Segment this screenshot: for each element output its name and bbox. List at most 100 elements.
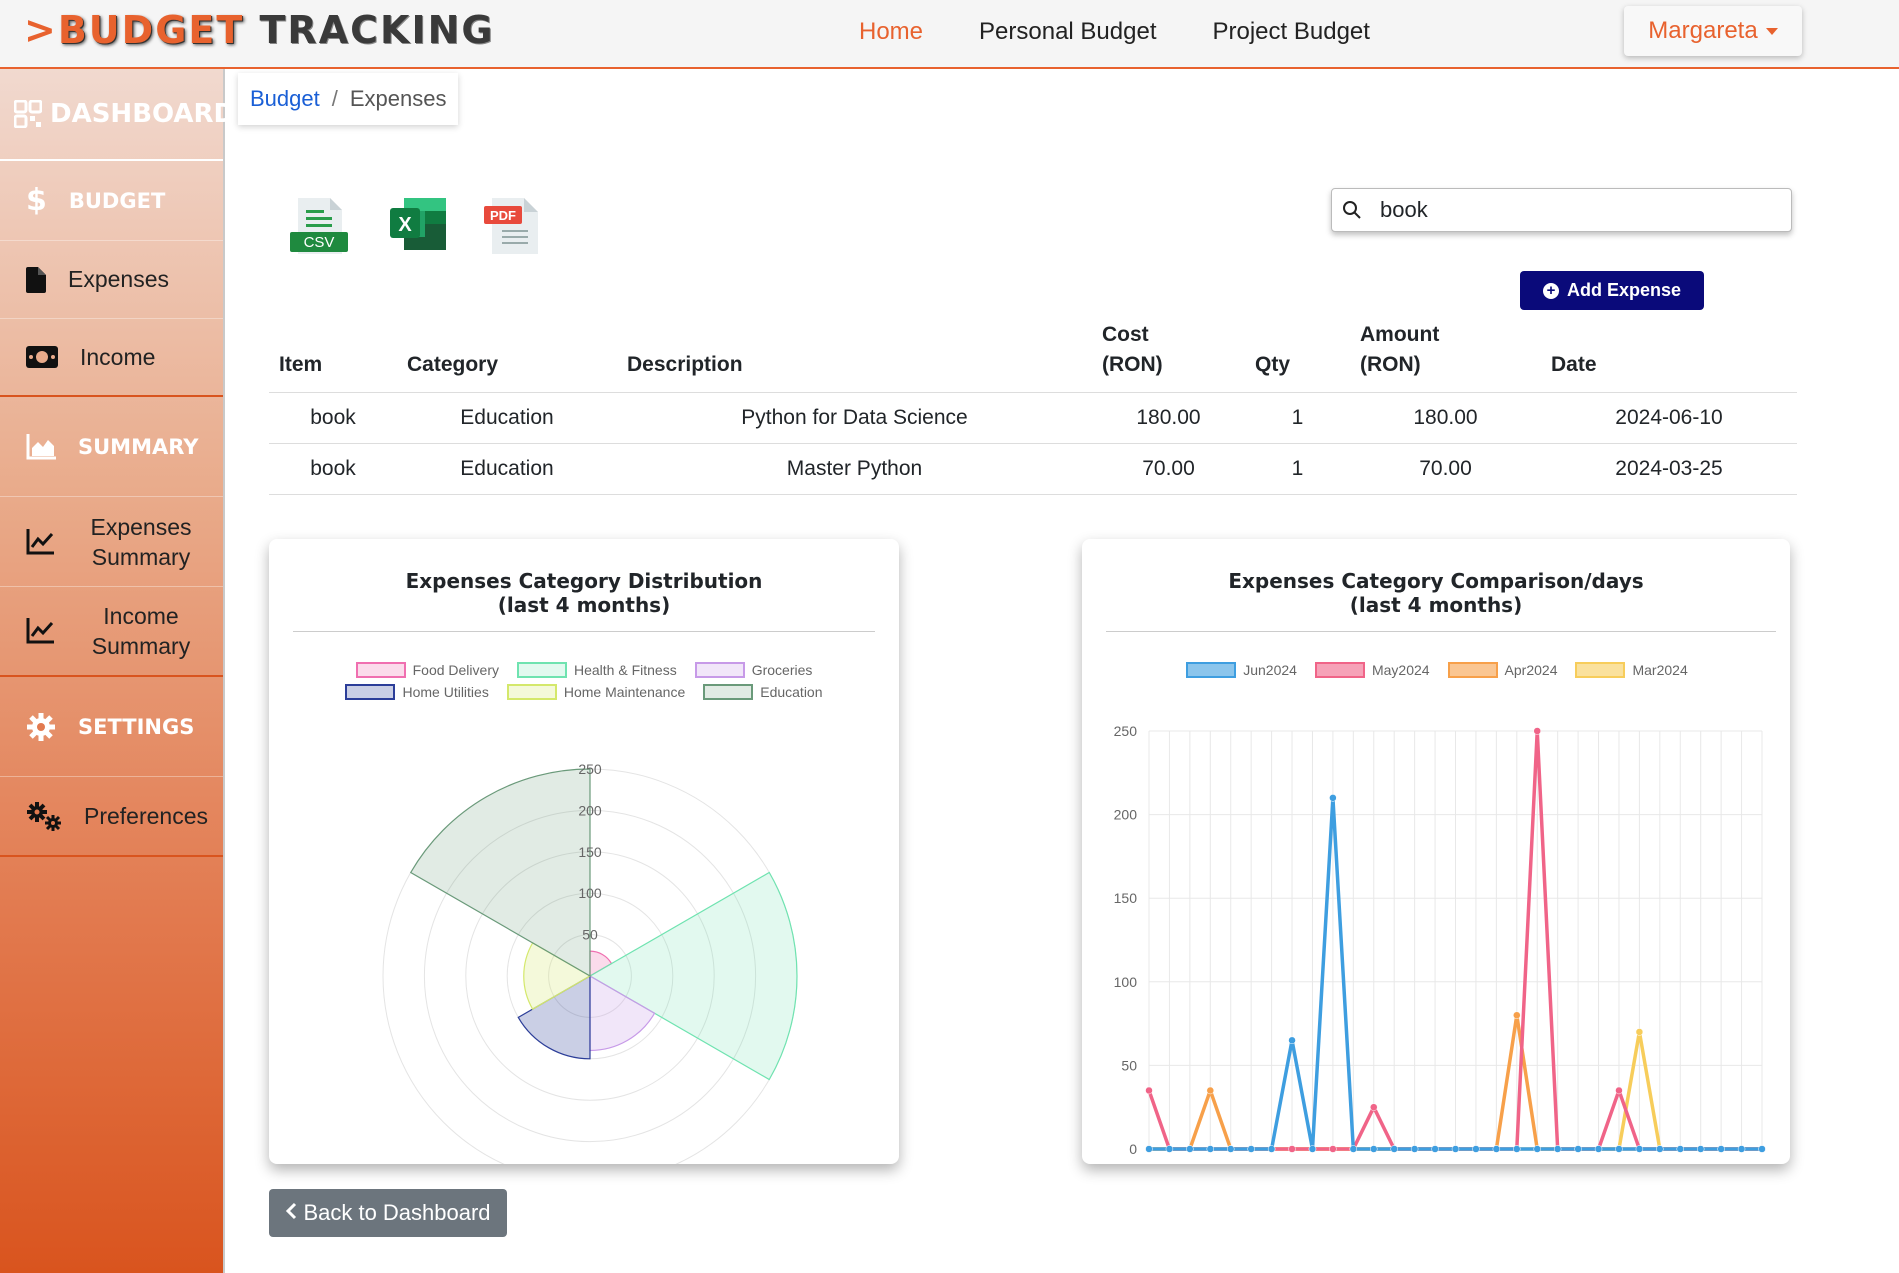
- search-input[interactable]: book: [1331, 188, 1792, 232]
- data-point[interactable]: [1615, 1145, 1623, 1153]
- data-point[interactable]: [1553, 1145, 1562, 1153]
- legend-item[interactable]: Home Maintenance: [506, 684, 685, 700]
- polar-slice[interactable]: [409, 768, 591, 978]
- legend-swatch: [703, 684, 754, 700]
- sidebar-item-expenses[interactable]: Expenses: [0, 241, 223, 319]
- area-chart-icon: [26, 433, 56, 460]
- data-point[interactable]: [1513, 1145, 1521, 1153]
- col-description[interactable]: Description: [617, 318, 1092, 393]
- data-point[interactable]: [1533, 727, 1541, 735]
- legend-item[interactable]: Food Delivery: [355, 662, 499, 678]
- sidebar-section-budget[interactable]: $ BUDGET: [0, 161, 223, 241]
- data-point[interactable]: [1145, 1086, 1153, 1095]
- x-tick-label: 25: [1625, 1156, 1647, 1159]
- data-point[interactable]: [1717, 1145, 1725, 1153]
- data-point[interactable]: [1145, 1145, 1153, 1153]
- data-point[interactable]: [1656, 1145, 1664, 1153]
- x-tick-label: 31: [1747, 1156, 1769, 1159]
- data-point[interactable]: [1288, 1145, 1296, 1153]
- col-item[interactable]: Item: [269, 318, 397, 393]
- breadcrumb-budget-link[interactable]: Budget: [250, 86, 320, 112]
- col-date[interactable]: Date: [1541, 318, 1797, 393]
- data-point[interactable]: [1329, 794, 1337, 802]
- data-point[interactable]: [1247, 1145, 1255, 1153]
- col-category[interactable]: Category: [397, 318, 617, 393]
- data-point[interactable]: [1635, 1145, 1644, 1153]
- back-to-dashboard-button[interactable]: Back to Dashboard: [269, 1189, 507, 1237]
- data-point[interactable]: [1431, 1145, 1439, 1153]
- data-point[interactable]: [1615, 1086, 1623, 1095]
- data-point[interactable]: [1206, 1145, 1215, 1153]
- legend-item[interactable]: Mar2024: [1575, 662, 1688, 678]
- legend-item[interactable]: Education: [703, 684, 823, 700]
- data-point[interactable]: [1267, 1145, 1276, 1153]
- nav-home[interactable]: Home: [859, 18, 923, 46]
- legend-label: Apr2024: [1504, 662, 1558, 678]
- data-point[interactable]: [1696, 1145, 1705, 1153]
- polar-tick-label: 200: [578, 802, 602, 818]
- data-point[interactable]: [1410, 1145, 1419, 1153]
- sidebar-section-summary[interactable]: SUMMARY: [0, 397, 223, 497]
- data-point[interactable]: [1676, 1145, 1685, 1153]
- line-chart-icon: [26, 618, 54, 644]
- data-point[interactable]: [1737, 1145, 1746, 1153]
- legend-item[interactable]: Jun2024: [1186, 662, 1297, 678]
- export-csv-button[interactable]: CSV: [290, 196, 350, 261]
- data-point[interactable]: [1390, 1145, 1398, 1153]
- data-point[interactable]: [1186, 1145, 1194, 1153]
- export-excel-button[interactable]: X: [390, 196, 448, 259]
- data-point[interactable]: [1758, 1145, 1766, 1153]
- brand-logo[interactable]: >BUDGET TRACKING: [24, 8, 495, 52]
- legend-item[interactable]: Apr2024: [1447, 662, 1558, 678]
- legend-swatch: [1447, 662, 1498, 678]
- user-name: Margareta: [1648, 17, 1758, 44]
- export-pdf-button[interactable]: PDF: [484, 196, 542, 261]
- sidebar-item-preferences[interactable]: Preferences: [0, 777, 223, 857]
- data-point[interactable]: [1451, 1145, 1460, 1153]
- user-menu-button[interactable]: Margareta: [1624, 6, 1802, 56]
- legend-item[interactable]: Home Utilities: [345, 684, 489, 700]
- polar-tick-label: 50: [582, 927, 598, 943]
- plus-circle-icon: +: [1542, 282, 1559, 299]
- data-point[interactable]: [1349, 1145, 1358, 1153]
- y-tick-label: 0: [1129, 1141, 1137, 1157]
- col-qty[interactable]: Qty: [1245, 318, 1350, 393]
- data-point[interactable]: [1206, 1086, 1215, 1095]
- data-point[interactable]: [1308, 1145, 1317, 1153]
- nav-project-budget[interactable]: Project Budget: [1213, 18, 1370, 46]
- gears-icon: [26, 801, 62, 831]
- data-point[interactable]: [1513, 1011, 1521, 1019]
- table-row[interactable]: book Education Python for Data Science 1…: [269, 392, 1797, 444]
- data-point[interactable]: [1594, 1145, 1603, 1153]
- x-tick-label: 27: [1666, 1156, 1688, 1159]
- data-point[interactable]: [1370, 1103, 1378, 1111]
- sidebar-item-income-summary[interactable]: Income Summary: [0, 587, 223, 677]
- legend-item[interactable]: Groceries: [694, 662, 813, 678]
- legend-label: Groceries: [751, 662, 813, 678]
- data-point[interactable]: [1635, 1028, 1644, 1036]
- data-point[interactable]: [1165, 1145, 1174, 1153]
- col-amount[interactable]: Amount (RON): [1350, 318, 1541, 393]
- polar-slice[interactable]: [588, 871, 798, 1081]
- sidebar-section-settings[interactable]: SETTINGS: [0, 677, 223, 777]
- nav-personal-budget[interactable]: Personal Budget: [979, 18, 1156, 46]
- data-point[interactable]: [1329, 1145, 1337, 1153]
- sidebar-dashboard[interactable]: DASHBOARD: [0, 69, 235, 161]
- legend-item[interactable]: Health & Fitness: [516, 662, 677, 678]
- sidebar-item-income[interactable]: Income: [0, 319, 223, 397]
- col-cost[interactable]: Cost (RON): [1092, 318, 1245, 393]
- data-point[interactable]: [1574, 1145, 1582, 1153]
- polar-area-chart: 50 100 150 200 250: [382, 761, 798, 1164]
- add-expense-button[interactable]: + Add Expense: [1520, 271, 1704, 310]
- data-point[interactable]: [1492, 1145, 1501, 1153]
- legend-item[interactable]: May2024: [1314, 662, 1430, 678]
- data-point[interactable]: [1288, 1036, 1296, 1045]
- x-tick-label: 13: [1380, 1156, 1402, 1159]
- data-point[interactable]: [1226, 1145, 1235, 1153]
- sidebar-item-expenses-summary[interactable]: Expenses Summary: [0, 497, 223, 587]
- data-point[interactable]: [1472, 1145, 1480, 1153]
- data-point[interactable]: [1533, 1145, 1541, 1153]
- data-point[interactable]: [1370, 1145, 1378, 1153]
- table-row[interactable]: book Education Master Python 70.00 1 70.…: [269, 443, 1797, 495]
- legend-swatch: [1575, 662, 1626, 678]
